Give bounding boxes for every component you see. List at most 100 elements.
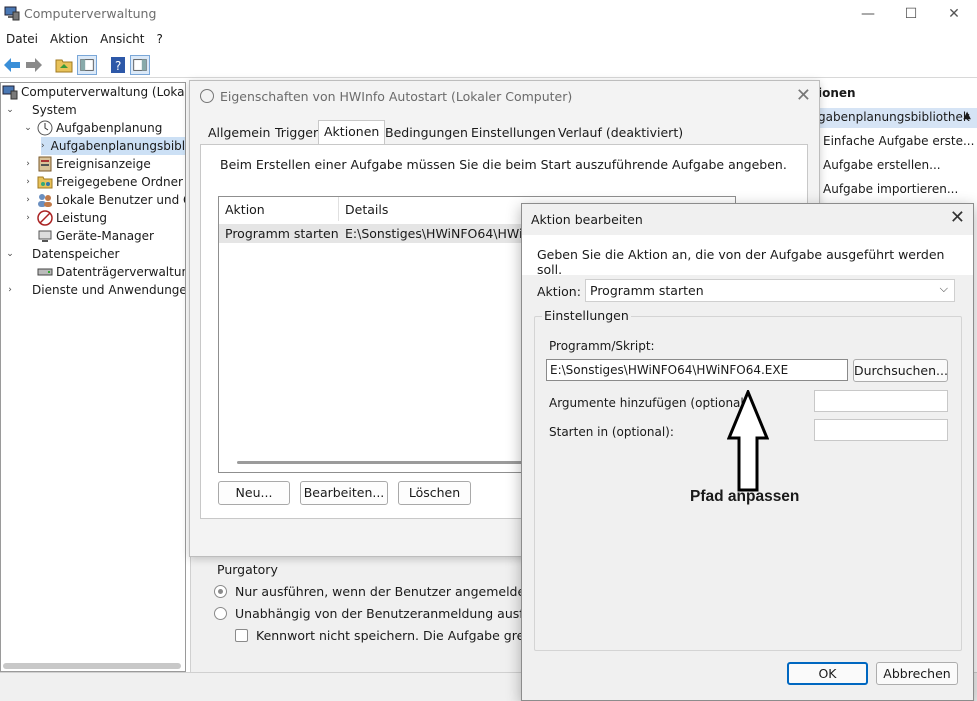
annotation-text: Pfad anpassen	[690, 488, 800, 505]
clock-icon	[200, 89, 214, 103]
menu-ansicht[interactable]: Ansicht	[94, 30, 150, 50]
edit-dialog-close-button[interactable]: ✕	[950, 207, 965, 228]
checkbox-do-not-store-password[interactable]	[235, 629, 248, 642]
computer-management-icon	[4, 6, 20, 21]
tree-item-task-scheduler[interactable]: ⌄ Aufgabenplanung	[22, 119, 162, 137]
shared-folder-icon	[37, 176, 53, 189]
start-in-label: Starten in (optional):	[549, 425, 674, 439]
show-action-pane-icon[interactable]	[130, 55, 150, 75]
table-horizontal-scrollbar[interactable]	[237, 461, 527, 464]
tree-item-label: Freigegebene Ordner	[56, 175, 183, 189]
tree-item-label: Leistung	[56, 211, 107, 225]
ok-button[interactable]: OK	[787, 662, 868, 685]
tree-item-computer-management[interactable]: Computerverwaltung (Lokal)	[1, 83, 186, 101]
menu-datei[interactable]: Datei	[0, 30, 44, 50]
program-script-label: Programm/Skript:	[549, 339, 655, 353]
tree-item-label: Ereignisanzeige	[56, 157, 151, 171]
tree-item-shared-folders[interactable]: › Freigegebene Ordner	[22, 173, 183, 191]
chevron-right-icon[interactable]: ›	[4, 285, 16, 295]
event-viewer-icon	[38, 156, 52, 172]
svg-text:?: ?	[115, 59, 121, 73]
tree-item-local-users[interactable]: › Lokale Benutzer und Gruppen	[22, 191, 185, 209]
tree-item-services-apps[interactable]: › Dienste und Anwendungen	[4, 281, 186, 299]
properties-title-bar: Eigenschaften von HWInfo Autostart (Loka…	[190, 81, 819, 113]
arguments-input[interactable]	[814, 390, 948, 412]
chevron-right-icon[interactable]: ›	[22, 195, 34, 205]
window-title: Computerverwaltung	[24, 6, 157, 21]
action-create-basic-task[interactable]: Einfache Aufgabe erste...	[823, 134, 974, 148]
start-in-input[interactable]	[814, 419, 948, 441]
computer-icon	[2, 85, 18, 100]
tab-allgemein[interactable]: Allgemein	[203, 122, 275, 144]
minimize-button[interactable]: —	[858, 4, 878, 24]
collapse-arrow-icon[interactable]: ▲	[963, 110, 971, 121]
program-script-input[interactable]: E:\Sonstiges\HWiNFO64\HWiNFO64.EXE	[546, 359, 848, 381]
tab-verlauf[interactable]: Verlauf (deaktiviert)	[553, 122, 688, 144]
action-import-task[interactable]: Aufgabe importieren...	[823, 182, 958, 196]
menu-bar: Datei Aktion Ansicht ?	[0, 30, 977, 50]
device-manager-icon	[38, 230, 52, 242]
tab-aktionen[interactable]: Aktionen	[318, 120, 386, 145]
chevron-right-icon[interactable]: ›	[22, 177, 34, 187]
tab-einstellungen[interactable]: Einstellungen	[466, 122, 561, 144]
action-create-task[interactable]: Aufgabe erstellen...	[823, 158, 941, 172]
tab-bedingungen[interactable]: Bedingungen	[380, 122, 473, 144]
folder-up-icon[interactable]	[54, 55, 74, 75]
radio-run-regardless-label: Unabhängig von der Benutzeranmeldung aus…	[235, 606, 560, 621]
chevron-down-icon[interactable]: ⌄	[4, 249, 16, 259]
navigation-tree: Computerverwaltung (Lokal) ⌄ System ⌄ Au…	[0, 82, 186, 672]
tree-item-label: Datenspeicher	[32, 247, 120, 261]
actions-section-label: gabenplanungsbibliothek	[818, 110, 970, 124]
chevron-down-icon[interactable]: ⌄	[4, 105, 16, 115]
help-icon[interactable]: ?	[108, 55, 128, 75]
column-header-aktion[interactable]: Aktion	[219, 197, 339, 221]
tree-item-label: System	[32, 103, 77, 117]
clock-icon	[37, 120, 53, 136]
tree-item-label: Computerverwaltung (Lokal)	[21, 85, 186, 99]
tree-item-storage[interactable]: ⌄ Datenspeicher	[4, 245, 119, 263]
chevron-right-icon[interactable]: ›	[22, 213, 34, 223]
tree-item-task-library[interactable]: › Aufgabenplanungsbibliothek	[41, 137, 185, 155]
title-bar: Computerverwaltung — ☐ ✕	[0, 0, 977, 28]
chevron-down-icon[interactable]: ⌄	[22, 123, 34, 133]
tree-item-system[interactable]: ⌄ System	[4, 101, 77, 119]
tree-item-label: Aufgabenplanung	[56, 121, 163, 135]
edit-dialog-title: Aktion bearbeiten	[531, 212, 643, 227]
show-hide-tree-icon[interactable]	[77, 55, 97, 75]
new-action-button[interactable]: Neu...	[218, 481, 290, 505]
radio-run-only-logged-on[interactable]	[214, 585, 227, 598]
actions-header: ionen	[818, 86, 856, 100]
performance-icon	[37, 210, 53, 226]
close-button[interactable]: ✕	[944, 4, 964, 24]
chevron-right-icon[interactable]: ›	[41, 141, 45, 151]
edit-action-button[interactable]: Bearbeiten...	[300, 481, 388, 505]
delete-action-button[interactable]: Löschen	[398, 481, 471, 505]
tree-item-label: Lokale Benutzer und Gruppen	[56, 193, 185, 207]
forward-arrow-icon[interactable]	[24, 55, 44, 75]
menu-aktion[interactable]: Aktion	[44, 30, 94, 50]
radio-run-regardless[interactable]	[214, 607, 227, 620]
action-type-select[interactable]: Programm starten ⌵	[585, 279, 955, 302]
tree-horizontal-scrollbar[interactable]	[3, 663, 181, 669]
disk-icon	[37, 268, 53, 276]
tab-trigger[interactable]: Trigger	[270, 122, 323, 144]
tree-item-label: Datenträgerverwaltung	[56, 265, 186, 279]
tree-item-performance[interactable]: › Leistung	[22, 209, 107, 227]
properties-title: Eigenschaften von HWInfo Autostart (Loka…	[220, 89, 573, 104]
actions-section-header[interactable]: gabenplanungsbibliothek ▲	[818, 108, 977, 128]
actions-description: Beim Erstellen einer Aufgabe müssen Sie …	[220, 157, 787, 172]
menu-help[interactable]: ?	[150, 30, 168, 50]
properties-close-button[interactable]: ✕	[796, 85, 811, 106]
tree-item-event-viewer[interactable]: › Ereignisanzeige	[22, 155, 151, 173]
chevron-right-icon[interactable]: ›	[22, 159, 34, 169]
tree-item-device-manager[interactable]: Geräte-Manager	[22, 227, 154, 245]
tree-item-label: Dienste und Anwendungen	[32, 283, 186, 297]
settings-group-label: Einstellungen	[542, 308, 631, 323]
action-type-label: Aktion:	[537, 284, 581, 299]
table-cell-details: E:\Sonstiges\HWiNFO64\HWiNFO64.EXE	[339, 224, 524, 243]
browse-button[interactable]: Durchsuchen...	[853, 359, 948, 382]
cancel-button[interactable]: Abbrechen	[876, 662, 958, 685]
maximize-button[interactable]: ☐	[901, 4, 921, 24]
back-arrow-icon[interactable]	[2, 55, 22, 75]
tree-item-disk-management[interactable]: Datenträgerverwaltung	[22, 263, 186, 281]
